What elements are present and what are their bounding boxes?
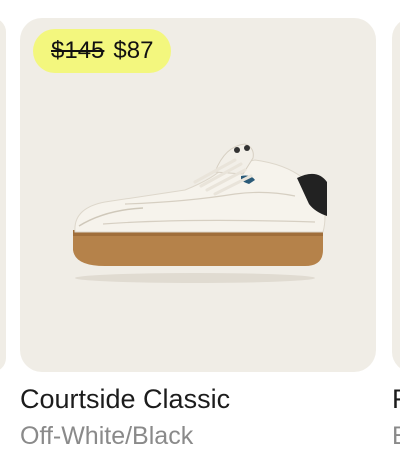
original-price: $145: [51, 37, 105, 64]
product-carousel: $145 $87 Courtside Classic Off-White/Bla…: [0, 0, 400, 466]
product-colorway: Off-White/Black: [20, 422, 194, 450]
next-product-card[interactable]: [392, 18, 400, 372]
product-card-image[interactable]: $145 $87: [20, 18, 376, 372]
price-badge: $145 $87: [33, 29, 172, 73]
next-product-colorway: E: [392, 422, 400, 451]
sneaker-icon: [73, 143, 327, 283]
sale-price: $87: [113, 37, 154, 64]
next-product-name[interactable]: F: [392, 384, 400, 415]
product-name[interactable]: Courtside Classic: [20, 384, 230, 415]
previous-product-card[interactable]: [0, 18, 6, 372]
